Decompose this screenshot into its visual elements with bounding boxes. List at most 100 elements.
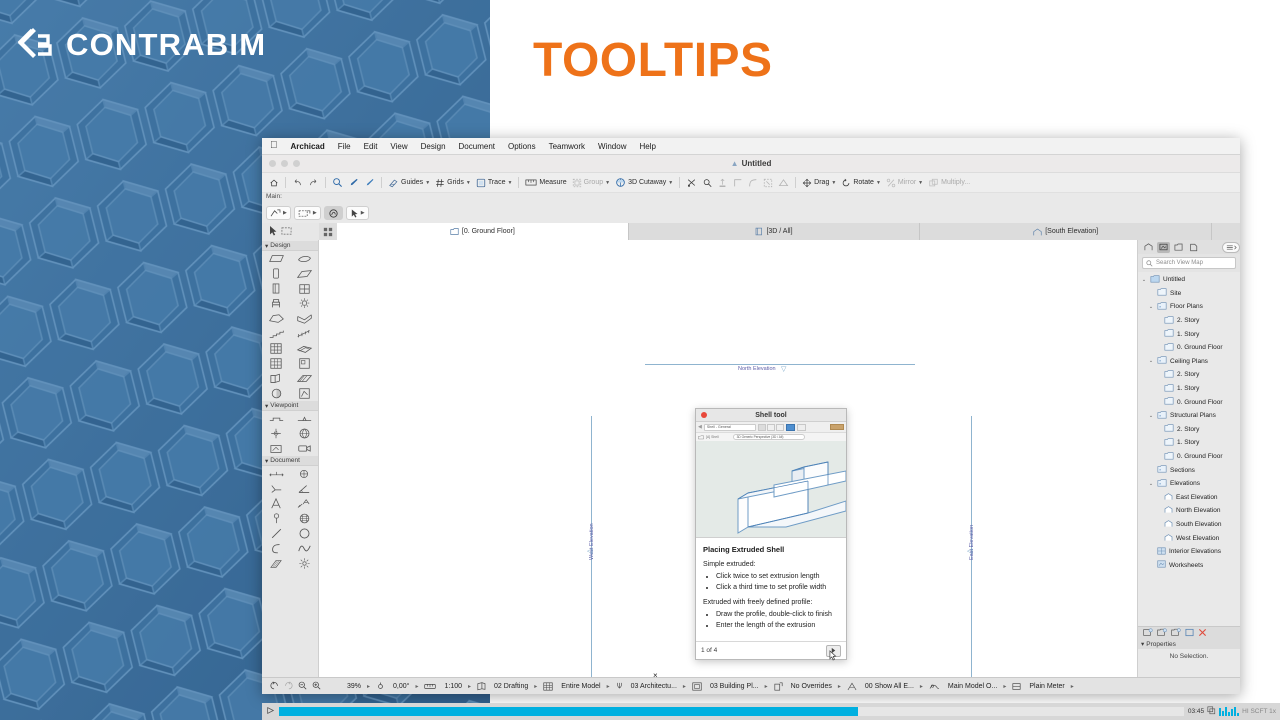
tree-item-0-ground-floor[interactable]: 0. Ground Floor	[1138, 341, 1240, 355]
chevron-down-icon[interactable]: ▼	[831, 180, 836, 186]
status-renovation-icon[interactable]	[843, 682, 861, 691]
menu-item-view[interactable]: View	[390, 142, 407, 151]
tree-item-untitled[interactable]: ⌄ Untitled	[1138, 273, 1240, 287]
navigator-tab-view-map[interactable]	[1157, 241, 1170, 253]
chevron-right-icon[interactable]: ▸	[365, 683, 372, 690]
palette-group-document-header[interactable]: ▾ Document	[262, 456, 318, 466]
tree-item-2-story[interactable]: 2. Story	[1138, 368, 1240, 382]
tool-angle-dimension[interactable]	[290, 481, 318, 496]
tool-morph[interactable]	[262, 356, 290, 371]
twisty-down-icon[interactable]: ⌄	[1148, 413, 1154, 419]
status-mvo-icon[interactable]	[925, 682, 944, 691]
chevron-right-icon[interactable]: ▸	[1069, 683, 1076, 690]
toolbar-rotate[interactable]: Rotate ▼	[839, 175, 883, 191]
toolbar-group[interactable]: Group ▼	[570, 175, 612, 191]
tool-label[interactable]	[290, 496, 318, 511]
tree-item-0-ground-floor[interactable]: 0. Ground Floor	[1138, 450, 1240, 464]
tree-item-1-story[interactable]: 1. Story	[1138, 382, 1240, 396]
east-elevation-marker-icon[interactable]: ◁	[967, 548, 972, 555]
tool-wall[interactable]	[262, 251, 290, 266]
tool-roof-variant[interactable]	[290, 371, 318, 386]
clone-folder-icon[interactable]	[1157, 627, 1167, 639]
chevron-right-icon[interactable]: ▶	[361, 210, 365, 216]
tool-fill[interactable]	[290, 511, 318, 526]
magic-wand-icon[interactable]	[330, 175, 345, 191]
west-elevation-marker-icon[interactable]: ◁	[587, 548, 592, 555]
tool-radial-dimension[interactable]	[290, 466, 318, 481]
twisty-down-icon[interactable]: ⌄	[1141, 277, 1147, 283]
tool-hatch[interactable]	[262, 556, 290, 571]
redo-icon[interactable]	[306, 175, 321, 191]
chevron-down-icon[interactable]: ▼	[466, 180, 471, 186]
tree-item-interior-elevations[interactable]: Interior Elevations	[1138, 545, 1240, 559]
tree-item-ceiling-plans[interactable]: ⌄ Ceiling Plans	[1138, 355, 1240, 369]
tool-camera[interactable]	[290, 441, 318, 456]
status-modelview-icon[interactable]	[539, 681, 557, 691]
tool-railing[interactable]	[290, 326, 318, 341]
tool-mesh[interactable]	[290, 341, 318, 356]
tree-item-sections[interactable]: Sections	[1138, 463, 1240, 477]
tool-polyline[interactable]	[262, 541, 290, 556]
tab-south-elevation[interactable]: [South Elevation]	[920, 223, 1213, 240]
chevron-right-icon[interactable]: ▸	[918, 683, 925, 690]
tree-item-2-story[interactable]: 2. Story	[1138, 423, 1240, 437]
chevron-right-icon[interactable]: ▸	[413, 683, 420, 690]
tool-lamp[interactable]	[290, 296, 318, 311]
tool-skylight[interactable]	[262, 371, 290, 386]
chevron-right-icon[interactable]: ▸	[532, 683, 539, 690]
palette-group-design-header[interactable]: ▾ Design	[262, 241, 318, 251]
twisty-down-icon[interactable]: ⌄	[1148, 481, 1154, 487]
properties-header[interactable]: ▾ Properties	[1138, 639, 1240, 649]
tree-item-site[interactable]: Site	[1138, 287, 1240, 301]
tool-3d-document[interactable]	[290, 426, 318, 441]
tool-curtain-wall[interactable]	[262, 341, 290, 356]
chevron-down-icon[interactable]: ▼	[425, 180, 430, 186]
tool-text[interactable]	[262, 496, 290, 511]
tool-roof[interactable]	[262, 311, 290, 326]
menu-item-edit[interactable]: Edit	[364, 142, 378, 151]
eyedropper-tool-button[interactable]	[323, 206, 343, 220]
tooltip-next-button[interactable]	[826, 644, 841, 660]
tool-object[interactable]	[262, 296, 290, 311]
zoom-previous-icon[interactable]	[270, 681, 279, 692]
navigator-tab-publisher-sets[interactable]	[1187, 242, 1200, 253]
tool-beam[interactable]	[290, 266, 318, 281]
undo-icon[interactable]	[290, 175, 305, 191]
tree-item-2-story[interactable]: 2. Story	[1138, 314, 1240, 328]
toolbar-3d-cutaway[interactable]: 3D Cutaway ▼	[613, 175, 675, 191]
status-overrides-icon[interactable]	[770, 681, 787, 691]
chevron-down-icon[interactable]: ▼	[605, 180, 610, 186]
tool-shell[interactable]	[290, 311, 318, 326]
tree-item-floor-plans[interactable]: ⌄ Floor Plans	[1138, 300, 1240, 314]
windows-icon[interactable]	[1207, 706, 1216, 717]
twisty-down-icon[interactable]: ⌄	[1148, 358, 1154, 364]
tool-slab[interactable]	[290, 251, 318, 266]
toolbar-mirror[interactable]: Mirror ▼	[884, 175, 925, 191]
menu-item-help[interactable]: Help	[639, 142, 655, 151]
status-layers-value[interactable]: 03 Architectu...	[627, 683, 681, 690]
toolbar-trace[interactable]: Trace ▼	[474, 175, 515, 191]
status-overrides-value[interactable]: No Overrides	[787, 683, 836, 690]
navigator-menu-icon[interactable]	[1222, 241, 1240, 253]
tree-item-east-elevation[interactable]: East Elevation	[1138, 491, 1240, 505]
zoom-in-icon[interactable]	[312, 681, 321, 692]
palette-group-viewpoint-header[interactable]: ▾ Viewpoint	[262, 401, 318, 411]
twisty-down-icon[interactable]: ▾	[265, 402, 268, 410]
tool-hotspot[interactable]	[262, 511, 290, 526]
status-structure-value[interactable]: 03 Building Pl...	[706, 683, 763, 690]
eyedropper-icon[interactable]	[346, 175, 361, 191]
apple-logo-icon[interactable]: 	[270, 141, 278, 151]
tab-grid-view-icon[interactable]	[319, 223, 337, 240]
tool-stair[interactable]	[262, 326, 290, 341]
tree-item-elevations[interactable]: ⌄ Elevations	[1138, 477, 1240, 491]
tree-item-1-story[interactable]: 1. Story	[1138, 327, 1240, 341]
status-angle-value[interactable]: 0,00°	[389, 683, 413, 690]
tool-section[interactable]	[262, 411, 290, 426]
tree-item-west-elevation[interactable]: West Elevation	[1138, 531, 1240, 545]
chevron-down-icon[interactable]: ▼	[918, 180, 923, 186]
tree-item-1-story[interactable]: 1. Story	[1138, 436, 1240, 450]
status-modelview-value[interactable]: Entire Model	[557, 683, 604, 690]
marquee-select-icon[interactable]	[281, 226, 292, 238]
menu-item-archicad[interactable]: Archicad	[291, 142, 325, 151]
twisty-down-icon[interactable]: ▾	[265, 242, 268, 250]
